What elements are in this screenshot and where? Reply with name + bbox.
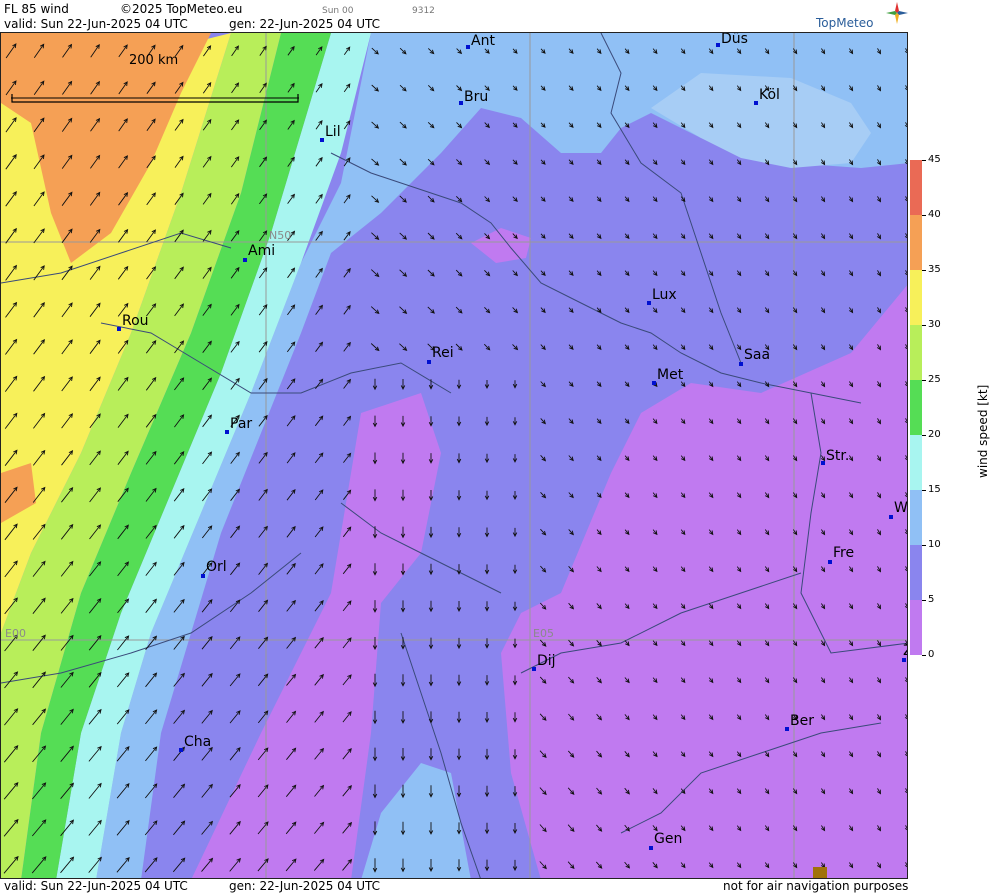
copyright: ©2025 TopMeteo.eu: [120, 2, 243, 16]
legend-color-segment: [910, 490, 922, 545]
city-marker: [466, 45, 470, 49]
city-label: Ami: [248, 243, 276, 259]
compass-icon: [886, 2, 908, 24]
header-bar: FL 85 wind ©2025 TopMeteo.eu Sun 00 9312…: [0, 0, 1000, 32]
legend-tick: [922, 435, 926, 436]
grid-label-n50: N50: [269, 229, 292, 242]
city-label: Par: [230, 416, 253, 432]
city-marker: [532, 667, 536, 671]
run-code: 9312: [412, 6, 435, 16]
city-label: Rou: [122, 313, 149, 329]
city-label: Dij: [537, 653, 556, 669]
city-label: Bru: [464, 89, 489, 105]
city-label: Saa: [744, 347, 771, 363]
legend-color-segment: [910, 600, 922, 655]
product-title: FL 85 wind: [4, 2, 69, 16]
terrain-patch: [813, 867, 827, 878]
legend-color-segment: [910, 380, 922, 435]
city-label: Ber: [790, 713, 814, 729]
city-marker: [652, 381, 656, 385]
footer-gen-time: gen: 22-Jun-2025 04 UTC: [229, 879, 381, 893]
scale-label: 200 km: [129, 53, 179, 68]
wind-field: [1, 33, 907, 878]
city-marker: [201, 574, 205, 578]
city-label: Met: [657, 367, 684, 383]
legend-tick-label: 10: [928, 539, 941, 550]
city-marker: [716, 43, 720, 47]
grid-label-e05: E05: [533, 627, 554, 640]
city-marker: [117, 327, 121, 331]
city-marker: [179, 748, 183, 752]
valid-time: valid: Sun 22-Jun-2025 04 UTC: [4, 17, 188, 31]
city-marker: [739, 362, 743, 366]
topmeteo-logo: TopMeteo: [816, 2, 996, 32]
legend-tick: [922, 545, 926, 546]
scale-bar: [11, 93, 299, 103]
legend-tick: [922, 325, 926, 326]
city-marker: [785, 727, 789, 731]
legend-color-segment: [910, 325, 922, 380]
legend-title: wind speed [kt]: [976, 384, 990, 478]
city-label: Lil: [325, 124, 341, 140]
wind-map: 200 km N50 E00 E05 Ant Düs Bru Köl Lil A…: [0, 32, 908, 879]
legend-tick-label: 40: [928, 209, 941, 220]
city-marker: [647, 301, 651, 305]
city-marker: [459, 101, 463, 105]
city-label: Lux: [652, 287, 677, 303]
city-marker: [754, 101, 758, 105]
city-marker: [320, 138, 324, 142]
city-label: Ant: [471, 33, 495, 49]
city-label: Düs: [721, 32, 748, 47]
footer-valid-time: valid: Sun 22-Jun-2025 04 UTC: [4, 879, 188, 893]
logo-text: TopMeteo: [816, 16, 874, 30]
legend-color-segment: [910, 215, 922, 270]
legend-tick: [922, 215, 926, 216]
city-label: Köl: [759, 87, 780, 103]
grid-label-e00: E00: [5, 627, 26, 640]
legend-tick: [922, 270, 926, 271]
city-label: Cha: [184, 734, 212, 750]
legend-tick-label: 45: [928, 154, 941, 165]
legend-tick-label: 0: [928, 649, 935, 660]
legend-color-segment: [910, 435, 922, 490]
city-label: Str.: [826, 448, 850, 464]
city-label: Fre: [833, 545, 855, 561]
city-label: Orl: [206, 559, 227, 575]
legend-tick-label: 35: [928, 264, 941, 275]
legend-tick-label: 25: [928, 374, 941, 385]
city-label: Rei: [432, 345, 454, 361]
legend-tick-label: 30: [928, 319, 941, 330]
city-marker: [243, 258, 247, 262]
legend-color-segment: [910, 270, 922, 325]
city-marker: [828, 560, 832, 564]
run-label: Sun 00: [322, 6, 354, 16]
legend-tick: [922, 160, 926, 161]
city-marker: [649, 846, 653, 850]
legend-color-segment: [910, 160, 922, 215]
footer-bar: valid: Sun 22-Jun-2025 04 UTC gen: 22-Ju…: [0, 879, 1000, 893]
legend-tick: [922, 600, 926, 601]
legend-tick-label: 20: [928, 429, 941, 440]
legend-color-segment: [910, 545, 922, 600]
city-marker: [821, 461, 825, 465]
city-label: W: [894, 500, 908, 516]
city-label: Gen: [654, 831, 683, 847]
legend-tick: [922, 655, 926, 656]
legend-tick-label: 5: [928, 594, 935, 605]
city-marker: [427, 360, 431, 364]
legend-tick: [922, 380, 926, 381]
legend-tick-label: 15: [928, 484, 941, 495]
city-marker: [889, 515, 893, 519]
disclaimer: not for air navigation purposes: [723, 879, 909, 893]
city-marker: [225, 430, 229, 434]
gen-time: gen: 22-Jun-2025 04 UTC: [229, 17, 381, 31]
legend-tick: [922, 490, 926, 491]
